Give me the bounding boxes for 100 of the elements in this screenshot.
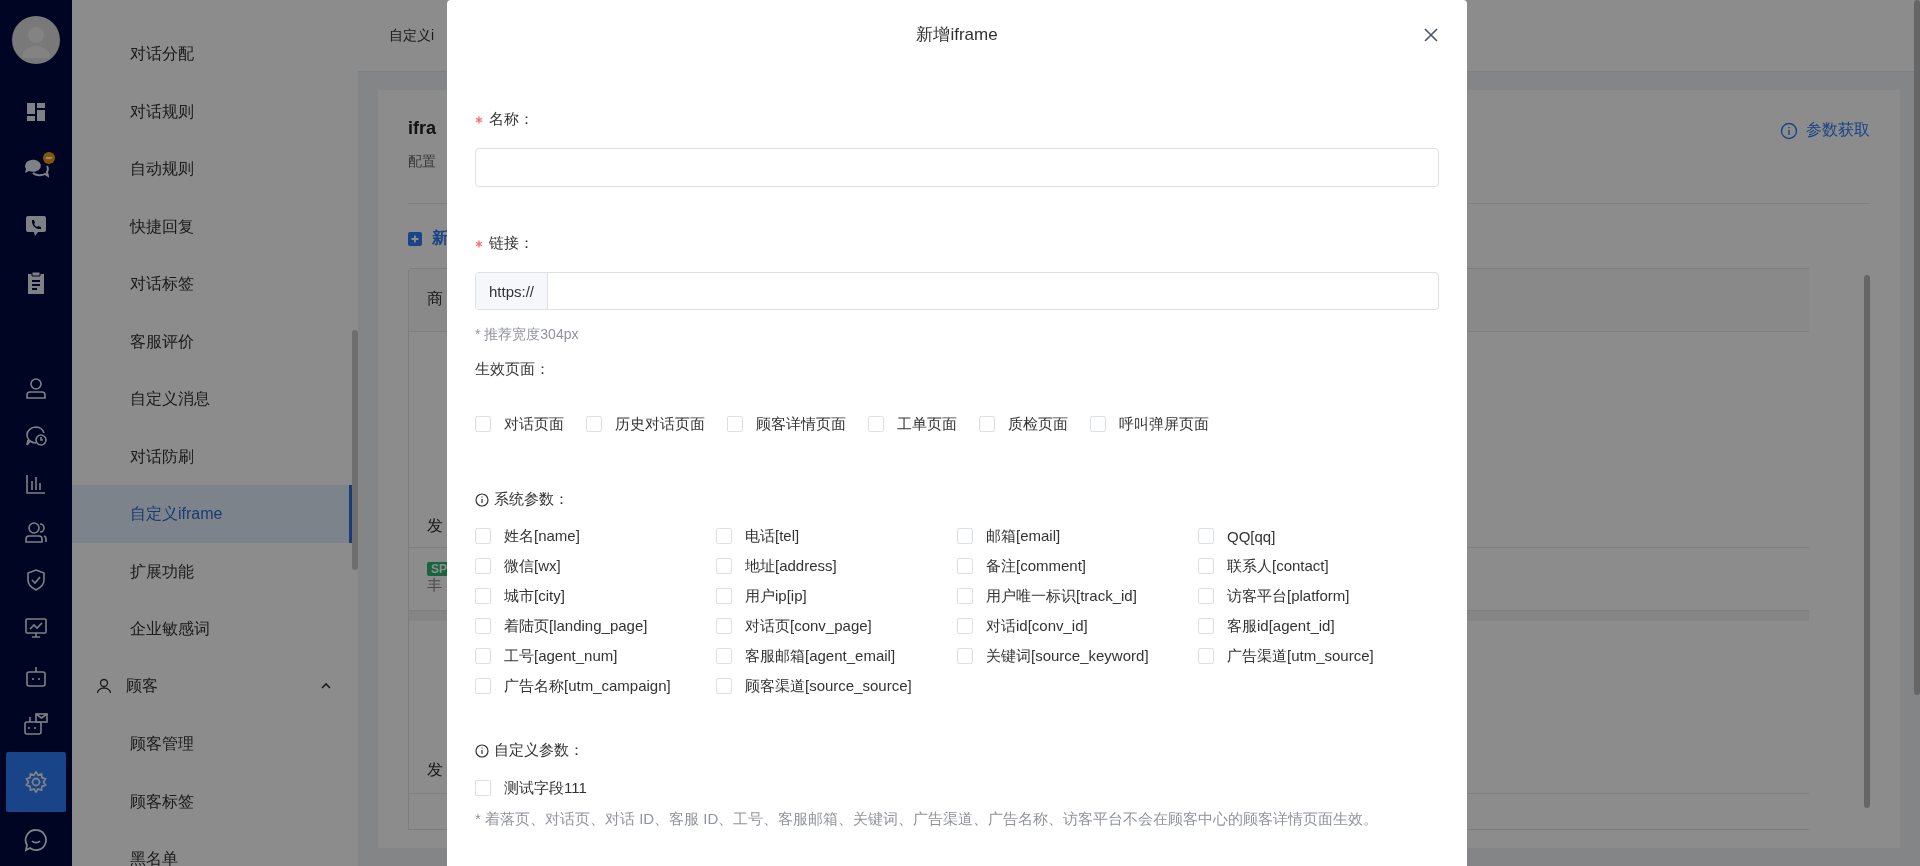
- checkbox[interactable]: [475, 780, 491, 796]
- checkbox[interactable]: [716, 678, 732, 694]
- menu-item[interactable]: 对话标签: [72, 255, 352, 313]
- menu-item[interactable]: 快捷回复: [72, 197, 352, 255]
- user-icon: [96, 678, 112, 695]
- menu-item[interactable]: 顾客管理: [72, 715, 352, 773]
- nav-button[interactable]: [6, 752, 66, 812]
- checkbox[interactable]: [1198, 618, 1214, 634]
- checkbox-label: 对话页面: [504, 414, 564, 434]
- checkbox[interactable]: [957, 588, 973, 604]
- menu-item[interactable]: 自定义消息: [72, 370, 352, 428]
- menu-group[interactable]: 顾客: [72, 657, 358, 715]
- settings-icon: [24, 770, 48, 794]
- menu-item[interactable]: 对话分配: [72, 25, 352, 83]
- checkbox-label: 电话[tel]: [745, 526, 800, 546]
- checkbox[interactable]: [868, 416, 884, 432]
- add-button[interactable]: 新: [408, 228, 448, 249]
- dashboard-icon: [25, 101, 47, 123]
- section-title: 自定义参数：: [494, 741, 584, 760]
- chat-bubble-icon: [24, 828, 48, 852]
- checkbox[interactable]: [1198, 558, 1214, 574]
- checkbox-label: 测试字段111: [504, 778, 587, 798]
- table-cell-text: 发: [427, 515, 443, 536]
- checkbox-label: 历史对话页面: [615, 414, 705, 434]
- checkbox-label: 广告渠道[utm_source]: [1227, 646, 1374, 666]
- checkbox-label: 工号[agent_num]: [504, 646, 618, 666]
- checkbox[interactable]: [957, 558, 973, 574]
- table-cell-text: 发: [427, 759, 443, 780]
- link-field[interactable]: https://: [475, 272, 1439, 310]
- checkbox[interactable]: [475, 648, 491, 664]
- checkbox[interactable]: [1198, 648, 1214, 664]
- phone-chat-icon: [24, 214, 48, 238]
- name-field[interactable]: [475, 148, 1439, 187]
- breadcrumb: 自定义i: [389, 26, 435, 45]
- avatar-icon[interactable]: [12, 16, 60, 64]
- checkbox[interactable]: [475, 528, 491, 544]
- checkbox-label: 着陆页[landing_page]: [504, 616, 648, 636]
- checkbox[interactable]: [957, 648, 973, 664]
- robot-icon: [25, 664, 47, 688]
- bar-chart-icon: [25, 473, 47, 495]
- checkbox[interactable]: [716, 558, 732, 574]
- info-icon: [475, 743, 489, 758]
- monitor-icon: [24, 617, 48, 639]
- checkbox[interactable]: [727, 416, 743, 432]
- checkbox-label: 对话页[conv_page]: [745, 616, 872, 636]
- checkbox[interactable]: [1090, 416, 1106, 432]
- params-link[interactable]: 参数获取: [1780, 120, 1870, 141]
- scrollbar[interactable]: [1914, 0, 1920, 695]
- menu-item[interactable]: 对话防刷: [72, 427, 352, 485]
- checkbox[interactable]: [1198, 588, 1214, 604]
- checkbox-label: 顾客详情页面: [756, 414, 846, 434]
- checkbox[interactable]: [475, 416, 491, 432]
- checkbox[interactable]: [475, 588, 491, 604]
- menu-item[interactable]: 黑名单: [72, 830, 352, 866]
- checkbox-label: 用户唯一标识[track_id]: [986, 586, 1137, 606]
- info-icon: [475, 492, 489, 507]
- checkbox[interactable]: [475, 558, 491, 574]
- checkbox-label: QQ[qq]: [1227, 527, 1276, 545]
- column-header: 商: [427, 289, 443, 309]
- note-text: * 着落页、对话页、对话 ID、客服 ID、工号、客服邮箱、关键词、广告渠道、广告名称、访客平台不会在顾客中心的顾客详情页面生效。: [475, 809, 1380, 829]
- caret-icon: [320, 682, 332, 691]
- checkbox[interactable]: [957, 528, 973, 544]
- scrollbar[interactable]: [352, 330, 358, 570]
- menu-item[interactable]: 自定义iframe: [72, 485, 352, 543]
- checkbox-label: 关键词[source_keyword]: [986, 646, 1149, 666]
- checkbox[interactable]: [475, 678, 491, 694]
- menu-item[interactable]: 企业敏感词: [72, 600, 352, 658]
- field-label: 链接：: [475, 234, 1439, 253]
- checkbox[interactable]: [475, 618, 491, 634]
- menu-item[interactable]: 自动规则: [72, 140, 352, 198]
- menu-item[interactable]: 顾客标签: [72, 772, 352, 830]
- checkbox[interactable]: [716, 618, 732, 634]
- menu-item[interactable]: 客服评价: [72, 312, 352, 370]
- checkbox-label: 对话id[conv_id]: [986, 616, 1088, 636]
- checkbox-label: 客服邮箱[agent_email]: [745, 646, 896, 666]
- robot-mail-icon: [23, 712, 49, 736]
- user-icon: [25, 377, 47, 399]
- dialog-title: 新增iframe: [916, 23, 998, 46]
- table-cell: 丰: [427, 576, 442, 595]
- info-icon: [1780, 121, 1798, 140]
- checkbox-label: 客服id[agent_id]: [1227, 616, 1335, 636]
- checkbox-label: 质检页面: [1008, 414, 1068, 434]
- checkbox-label: 备注[comment]: [986, 556, 1087, 576]
- menu-item[interactable]: 扩展功能: [72, 542, 352, 600]
- checkbox-label: 邮箱[email]: [986, 526, 1061, 546]
- scrollbar[interactable]: [1864, 275, 1870, 808]
- checkbox[interactable]: [957, 618, 973, 634]
- chat-clock-icon: [24, 425, 48, 447]
- checkbox[interactable]: [716, 648, 732, 664]
- checkbox-label: 姓名[name]: [504, 526, 580, 546]
- checkbox[interactable]: [716, 528, 732, 544]
- menu-item[interactable]: 对话规则: [72, 82, 352, 140]
- checkbox[interactable]: [716, 588, 732, 604]
- checkbox[interactable]: [1198, 528, 1214, 544]
- checkbox[interactable]: [979, 416, 995, 432]
- checkbox-label: 微信[wx]: [504, 556, 561, 576]
- checkbox[interactable]: [586, 416, 602, 432]
- checkbox-label: 用户ip[ip]: [745, 586, 807, 606]
- shield-icon: [25, 568, 47, 592]
- plus-icon: [408, 231, 422, 246]
